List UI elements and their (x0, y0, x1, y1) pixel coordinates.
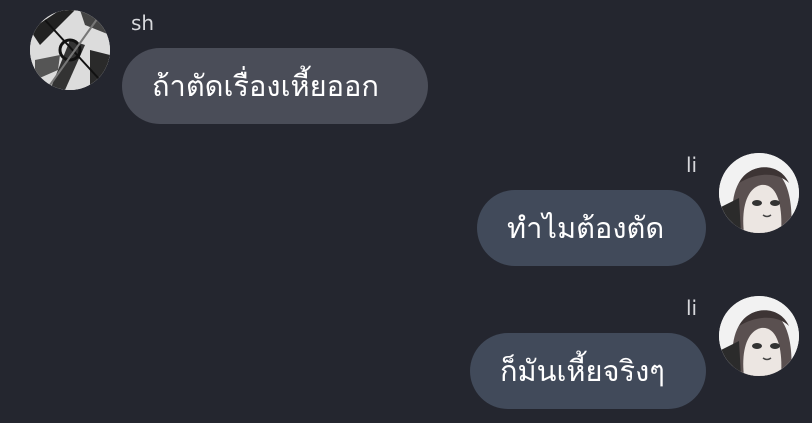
avatar-sh[interactable] (30, 10, 110, 90)
manga-avatar-icon (30, 10, 110, 90)
manga-portrait-avatar-icon (719, 153, 799, 233)
sender-name: li (686, 153, 698, 177)
message-bubble[interactable]: ถ้าตัดเรื่องเหี้ยออก (122, 48, 428, 124)
avatar-li[interactable] (719, 296, 799, 376)
chat-thread: sh ถ้าตัดเรื่องเหี้ยออก li ทำไมต้องตัด l… (0, 0, 812, 423)
sender-name: li (686, 296, 698, 320)
manga-portrait-avatar-icon (719, 296, 799, 376)
avatar-li[interactable] (719, 153, 799, 233)
message-bubble[interactable]: ก็มันเหี้ยจริงๆ (470, 333, 706, 409)
sender-name: sh (131, 11, 155, 35)
message-bubble[interactable]: ทำไมต้องตัด (477, 190, 706, 266)
